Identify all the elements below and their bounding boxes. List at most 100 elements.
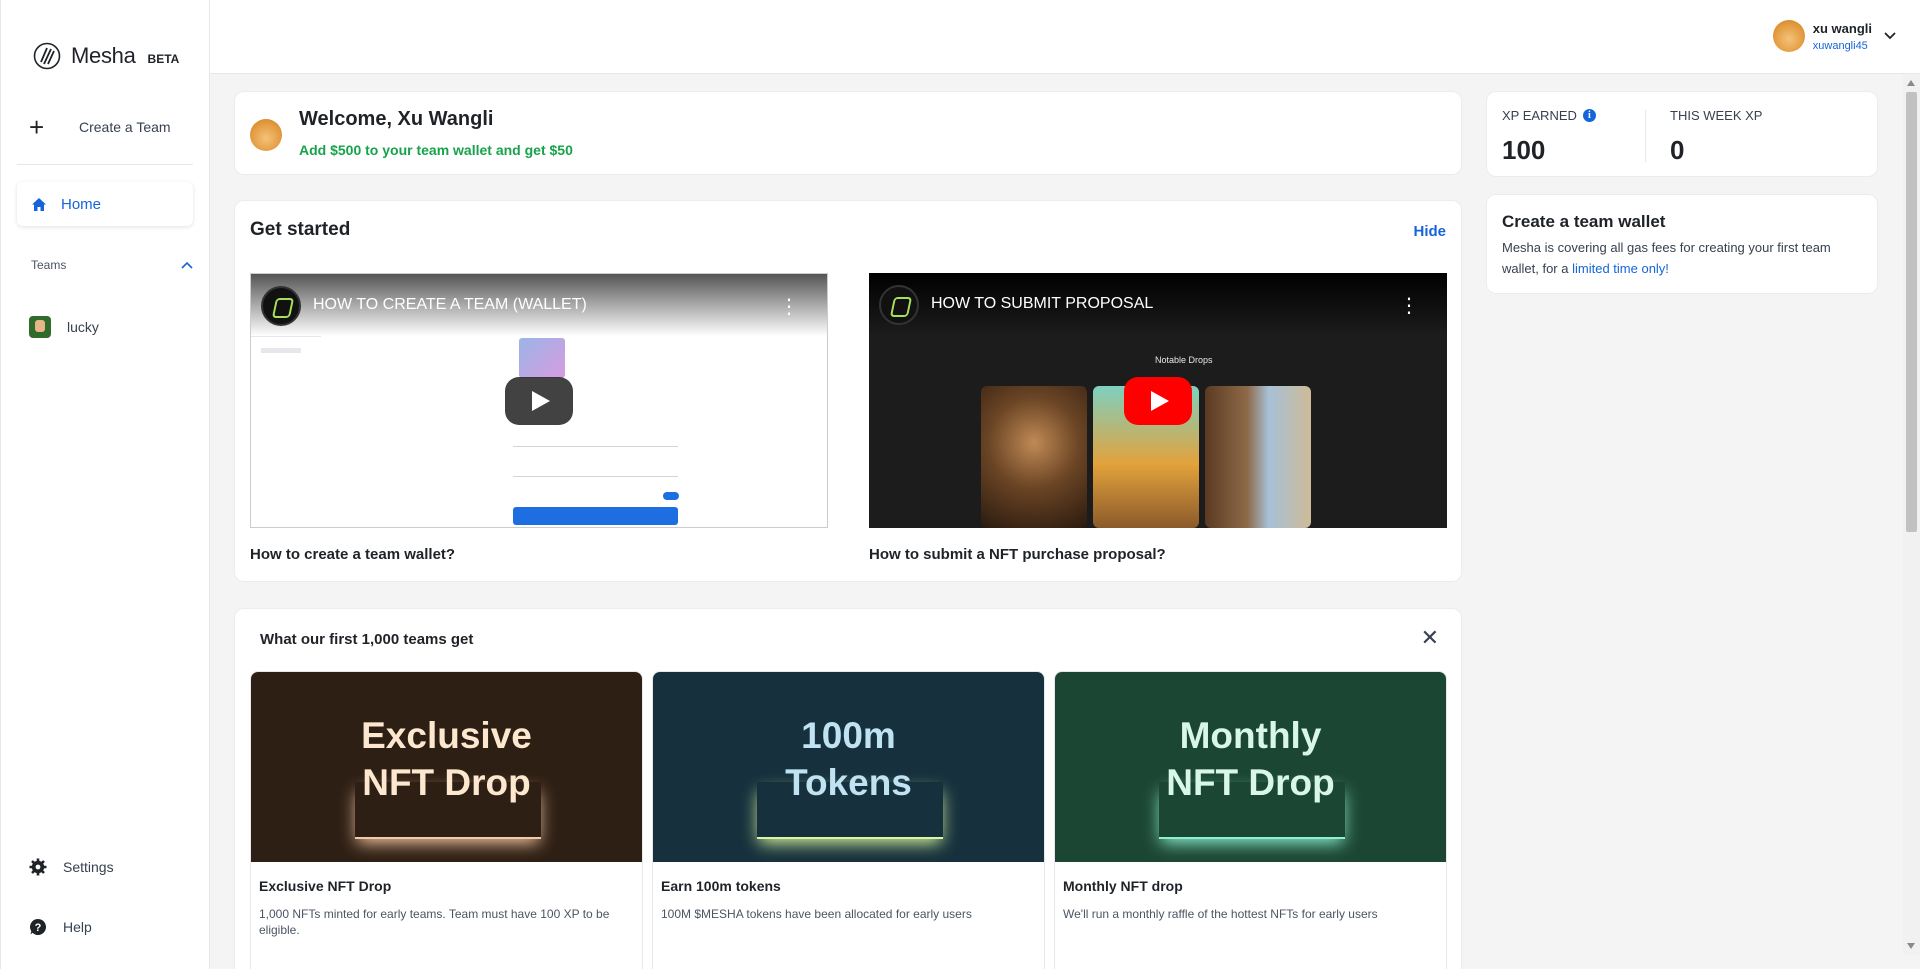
perk-banner-line2: NFT Drop (362, 762, 531, 803)
team-avatar (29, 316, 51, 338)
chevron-up-icon[interactable] (181, 261, 193, 269)
create-wallet-card: Create a team wallet Mesha is covering a… (1486, 194, 1878, 294)
hide-button[interactable]: Hide (1413, 223, 1446, 240)
sidebar-item-team-lucky[interactable]: lucky (29, 316, 99, 338)
close-icon[interactable]: ✕ (1421, 625, 1439, 651)
perk-card-100m-tokens[interactable]: 100m Tokens Earn 100m tokens 100M $MESHA… (652, 671, 1045, 969)
sidebar-item-help[interactable]: ? Help (29, 918, 92, 936)
perk-banner-line2: Tokens (785, 762, 912, 803)
channel-avatar[interactable] (261, 286, 301, 326)
first-teams-card: What our first 1,000 teams get ✕ Exclusi… (234, 608, 1462, 969)
scroll-down-arrow-icon[interactable] (1907, 943, 1915, 949)
xp-this-week: THIS WEEK XP 0 (1670, 108, 1762, 166)
perk-name: Monthly NFT drop (1063, 878, 1183, 894)
more-options-icon[interactable]: ⋮ (779, 294, 799, 319)
video-thumbnail-button (513, 507, 678, 525)
beta-badge: BETA (147, 52, 180, 66)
video-thumbnail-image (519, 338, 565, 378)
play-button-icon[interactable] (505, 376, 573, 425)
wallet-promo-text: Add $500 to your team wallet and get $50 (299, 142, 573, 158)
create-team-label: Create a Team (79, 119, 171, 135)
get-started-card: Get started Hide HOW TO CREATE A TEAM (W… (234, 200, 1462, 582)
gear-icon (29, 858, 47, 876)
perk-banner-text: Monthly NFT Drop (1055, 712, 1446, 806)
perk-banner-line1: Exclusive (361, 715, 532, 756)
brand-name: Mesha (71, 43, 136, 68)
sidebar: Mesha BETA + Create a Team Home Teams lu… (0, 0, 210, 969)
svg-text:?: ? (35, 922, 42, 934)
user-info: xu wangli xuwangli45 (1813, 21, 1872, 52)
video-caption: How to submit a NFT purchase proposal? (869, 546, 1166, 563)
video-submit-proposal[interactable]: Notable Drops HOW TO SUBMIT PROPOSAL ⋮ (869, 273, 1447, 528)
limited-time-link[interactable]: limited time only! (1572, 261, 1669, 276)
perk-card-monthly-nft-drop[interactable]: Monthly NFT Drop Monthly NFT drop We'll … (1054, 671, 1447, 969)
video-thumbnail-line (513, 446, 678, 447)
video-thumbnail-line (251, 336, 321, 337)
perk-banner: Monthly NFT Drop (1055, 672, 1446, 862)
perk-banner-text: Exclusive NFT Drop (251, 712, 642, 806)
create-wallet-description: Mesha is covering all gas fees for creat… (1502, 237, 1862, 279)
video-thumbnail-line (513, 476, 678, 477)
page-scrollbar[interactable] (1903, 74, 1920, 955)
sidebar-item-label: Home (61, 195, 102, 213)
plus-icon: + (29, 112, 45, 142)
user-name: xu wangli (1812, 20, 1872, 36)
xp-earned-label: XP EARNED i (1502, 108, 1596, 123)
home-icon (32, 197, 46, 211)
xp-earned: XP EARNED i 100 (1502, 108, 1596, 166)
play-button-icon[interactable] (1124, 376, 1192, 425)
help-label: Help (63, 919, 92, 935)
xp-earned-value: 100 (1502, 135, 1546, 165)
scrollbar-thumb[interactable] (1906, 92, 1917, 532)
video-thumbnail-card (981, 386, 1087, 528)
scroll-up-arrow-icon[interactable] (1907, 80, 1915, 86)
perk-banner-line1: 100m (801, 715, 896, 756)
user-handle: xuwangli45 (1812, 39, 1868, 52)
video-caption: How to create a team wallet? (250, 546, 456, 563)
channel-avatar[interactable] (879, 285, 919, 325)
avatar (250, 119, 282, 151)
perk-banner: Exclusive NFT Drop (251, 672, 642, 862)
user-menu[interactable]: xu wangli xuwangli45 (1772, 20, 1896, 52)
sidebar-item-home[interactable]: Home (17, 182, 193, 226)
settings-label: Settings (63, 859, 114, 875)
xp-earned-label-text: XP EARNED (1502, 108, 1577, 123)
video-thumbnail-line (261, 348, 301, 353)
xp-week-value: 0 (1670, 135, 1685, 165)
welcome-title: Welcome, Xu Wangli (299, 108, 494, 130)
teams-label: Teams (31, 258, 67, 272)
video-thumbnail-card (1205, 386, 1311, 528)
mesha-logo[interactable]: Mesha BETA (33, 42, 179, 70)
top-bar: xu wangli xuwangli45 (210, 0, 1920, 74)
perk-banner-text: 100m Tokens (653, 712, 1044, 806)
mesha-logo-icon (33, 42, 61, 70)
video-title[interactable]: HOW TO SUBMIT PROPOSAL (931, 295, 1153, 313)
teams-section-header[interactable]: Teams (31, 258, 193, 272)
info-icon[interactable]: i (1582, 109, 1596, 122)
sidebar-item-settings[interactable]: Settings (29, 858, 114, 876)
perk-banner: 100m Tokens (653, 672, 1044, 862)
avatar (1772, 20, 1805, 52)
video-overlay-text: Notable Drops (1155, 355, 1213, 365)
video-thumbnail-toggle (663, 492, 679, 500)
video-create-team[interactable]: HOW TO CREATE A TEAM (WALLET) ⋮ (250, 273, 828, 528)
create-team-button[interactable]: + Create a Team (29, 114, 179, 140)
perk-description: 1,000 NFTs minted for early teams. Team … (259, 907, 610, 937)
xp-divider (1645, 110, 1646, 162)
chevron-down-icon[interactable] (1884, 32, 1896, 40)
perk-name: Exclusive NFT Drop (259, 878, 392, 894)
team-name: lucky (67, 319, 99, 335)
perk-description: We'll run a monthly raffle of the hottes… (1063, 907, 1378, 921)
perk-card-exclusive-nft-drop[interactable]: Exclusive NFT Drop Exclusive NFT Drop 1,… (250, 671, 643, 969)
perk-banner-line2: NFT Drop (1166, 762, 1335, 803)
help-icon: ? (30, 919, 47, 935)
first-teams-title: What our first 1,000 teams get (260, 631, 474, 648)
xp-week-label: THIS WEEK XP (1670, 108, 1763, 123)
xp-card: XP EARNED i 100 THIS WEEK XP 0 (1486, 91, 1878, 177)
sidebar-divider (17, 164, 193, 165)
get-started-title: Get started (250, 219, 351, 240)
more-options-icon[interactable]: ⋮ (1399, 293, 1419, 318)
video-title[interactable]: HOW TO CREATE A TEAM (WALLET) (313, 296, 587, 314)
perk-name: Earn 100m tokens (661, 878, 781, 894)
welcome-card: Welcome, Xu Wangli Add $500 to your team… (234, 91, 1462, 175)
